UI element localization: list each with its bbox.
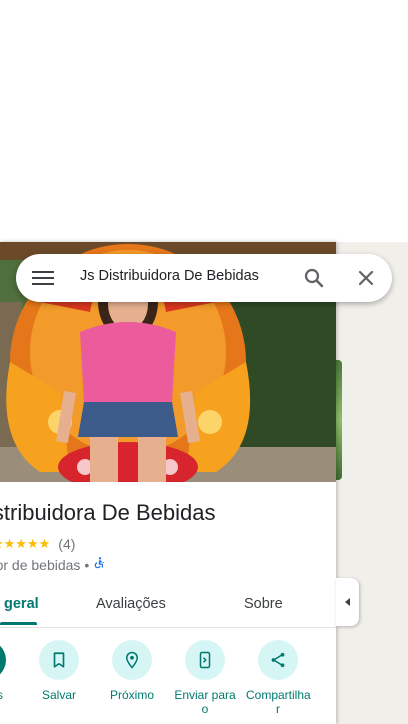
send-to-phone-button[interactable]: Enviar para o xyxy=(173,640,237,716)
nearby-button[interactable]: Próximo xyxy=(100,640,164,702)
tab-bar: geral Avaliações Sobre xyxy=(0,582,336,628)
nearby-icon xyxy=(112,640,152,680)
rating-row[interactable]: ★★★★★ (4) xyxy=(0,536,75,552)
rating-stars: ★★★★★ xyxy=(0,536,51,551)
map-right-area[interactable] xyxy=(336,242,408,724)
search-input[interactable]: Js Distribuidora De Bebidas xyxy=(80,268,259,284)
close-icon[interactable] xyxy=(354,266,378,290)
action-row: s Salvar Próximo Enviar para o Compartil… xyxy=(0,640,336,724)
share-button[interactable]: Compartilha r xyxy=(246,640,311,716)
nearby-label: Próximo xyxy=(109,688,154,702)
routes-label: s xyxy=(0,688,3,702)
collapse-panel-button[interactable] xyxy=(336,578,359,626)
bookmark-icon xyxy=(39,640,79,680)
tab-overview[interactable]: geral xyxy=(4,596,39,612)
send-label-line1: Enviar para xyxy=(174,688,236,702)
tab-about[interactable]: Sobre xyxy=(244,596,283,612)
category-separator: • xyxy=(84,556,90,573)
routes-button[interactable]: s xyxy=(0,640,18,702)
place-panel: istribuidora De Bebidas ★★★★★ (4) edor d… xyxy=(0,242,336,724)
search-bar[interactable]: Js Distribuidora De Bebidas xyxy=(16,254,392,302)
tab-reviews[interactable]: Avaliações xyxy=(96,596,166,612)
accessibility-icon xyxy=(93,556,107,573)
search-icon[interactable] xyxy=(302,266,326,290)
share-icon xyxy=(258,640,298,680)
place-title: istribuidora De Bebidas xyxy=(0,500,216,525)
collapse-arrow-icon xyxy=(336,598,359,630)
share-label-line1: Compartilha xyxy=(246,688,311,702)
review-count[interactable]: (4) xyxy=(58,536,75,552)
active-tab-indicator xyxy=(0,622,37,625)
place-category[interactable]: edor de bebidas xyxy=(0,557,80,573)
category-row: edor de bebidas • xyxy=(0,556,107,573)
share-label: Compartilha r xyxy=(246,688,311,716)
send-to-phone-icon xyxy=(185,640,225,680)
send-to-phone-label: Enviar para o xyxy=(173,688,237,716)
share-label-line2: r xyxy=(276,702,280,716)
send-label-line2: o xyxy=(201,702,209,716)
directions-icon xyxy=(0,640,6,680)
save-button[interactable]: Salvar xyxy=(27,640,91,702)
menu-icon[interactable] xyxy=(32,268,54,288)
save-label: Salvar xyxy=(41,688,76,702)
